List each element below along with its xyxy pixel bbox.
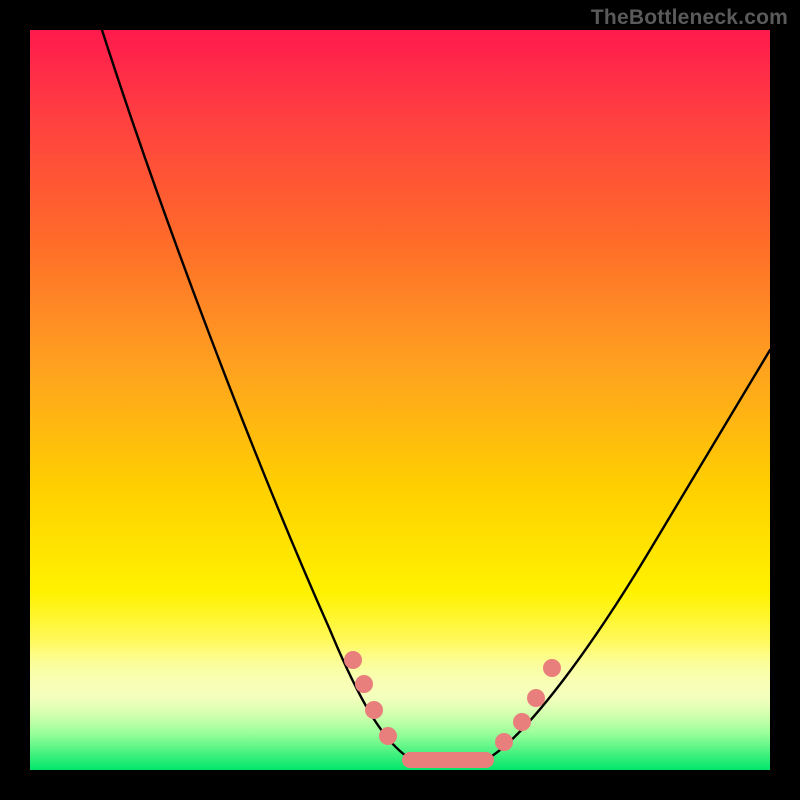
curve-left-branch: [102, 30, 406, 756]
bottleneck-curve: [30, 30, 770, 770]
marker-dot: [344, 651, 362, 669]
attribution-label: TheBottleneck.com: [591, 6, 788, 30]
plot-area: [30, 30, 770, 770]
highlight-band: [30, 642, 770, 732]
marker-dot: [495, 733, 513, 751]
curve-right-branch: [492, 350, 770, 756]
marker-dot: [365, 701, 383, 719]
marker-dot: [379, 727, 397, 745]
marker-dot: [355, 675, 373, 693]
marker-dot: [513, 713, 531, 731]
marker-dot: [527, 689, 545, 707]
chart-frame: TheBottleneck.com: [0, 0, 800, 800]
marker-pill: [402, 752, 494, 768]
curve-valley: [406, 756, 492, 764]
marker-dot: [543, 659, 561, 677]
